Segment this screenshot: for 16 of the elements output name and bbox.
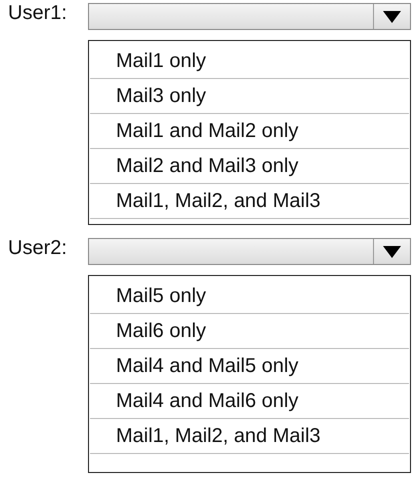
dropdown-option[interactable]: Mail2 and Mail3 only (90, 149, 409, 184)
caret-icon (383, 246, 401, 258)
dropdown-field[interactable] (88, 238, 411, 265)
dropdown-option[interactable]: Mail1, Mail2, and Mail3 (90, 419, 409, 454)
dropdown-option[interactable]: Mail1, Mail2, and Mail3 (90, 184, 409, 219)
field-label: User1: (8, 1, 68, 25)
dropdown-option[interactable]: Mail1 only (90, 44, 409, 79)
dropdown-option[interactable]: Mail5 only (90, 279, 409, 314)
dropdown-option[interactable]: Mail4 and Mail5 only (90, 349, 409, 384)
dropdown-option[interactable]: Mail3 only (90, 79, 409, 114)
dropdown-field[interactable] (88, 3, 411, 30)
dropdown-option[interactable]: Mail1 and Mail2 only (90, 114, 409, 149)
caret-icon (383, 10, 401, 22)
dropdown-option[interactable]: Mail6 only (90, 314, 409, 349)
field-label: User2: (8, 236, 68, 260)
dropdown-option[interactable]: Mail4 and Mail6 only (90, 384, 409, 419)
